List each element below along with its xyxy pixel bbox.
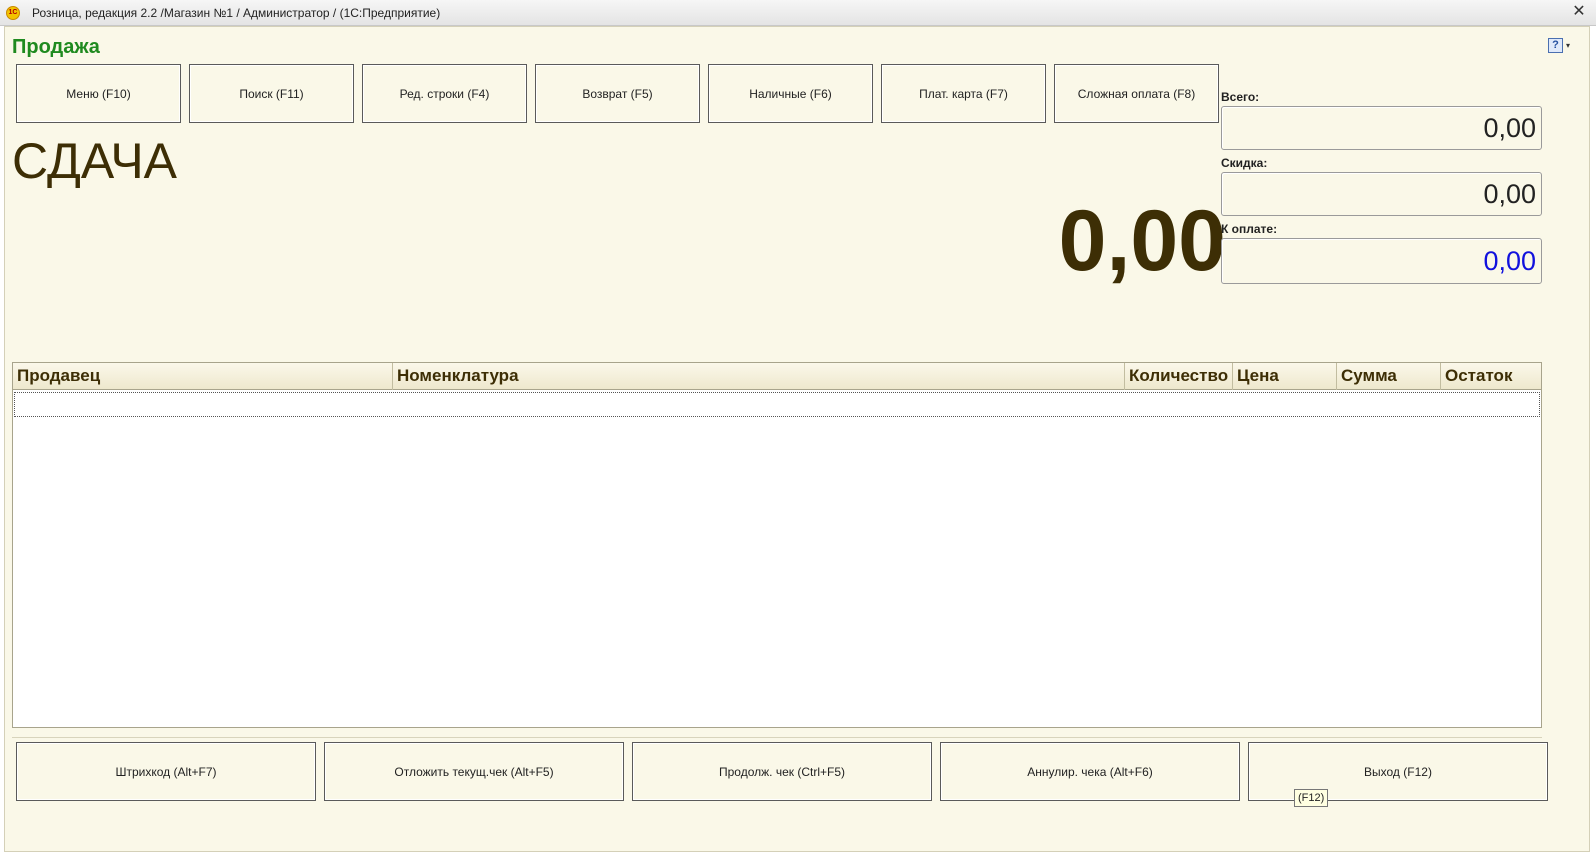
items-table[interactable]: Продавец Номенклатура Количество Цена Су… [12,362,1542,728]
column-header-quantity[interactable]: Количество [1125,363,1233,390]
window-titlebar: 1C Розница, редакция 2.2 /Магазин №1 / А… [0,0,1596,26]
change-label: СДАЧА [12,133,177,189]
table-row[interactable] [14,392,1540,417]
search-button[interactable]: Поиск (F11) [189,64,354,123]
continue-check-button[interactable]: Продолж. чек (Ctrl+F5) [632,742,932,801]
discount-label: Скидка: [1221,156,1268,170]
change-value: 0,00 [1058,193,1226,289]
shortcut-tooltip: (F12) [1294,789,1329,807]
discount-field[interactable]: 0,00 [1221,172,1542,216]
cancel-check-button[interactable]: Аннулир. чека (Alt+F6) [940,742,1240,801]
help-question-icon: ? [1548,38,1563,53]
card-payment-button[interactable]: Плат. карта (F7) [881,64,1046,123]
edit-line-button[interactable]: Ред. строки (F4) [362,64,527,123]
column-header-sum[interactable]: Сумма [1337,363,1441,390]
help-icon[interactable]: ? ▾ [1548,37,1574,55]
close-icon[interactable]: ✕ [1570,2,1588,22]
column-header-remainder[interactable]: Остаток [1441,363,1541,390]
postpone-check-button[interactable]: Отложить текущ.чек (Alt+F5) [324,742,624,801]
window-title: Розница, редакция 2.2 /Магазин №1 / Адми… [32,6,441,20]
divider [12,737,1542,738]
to-pay-field[interactable]: 0,00 [1221,238,1542,284]
complex-payment-button[interactable]: Сложная оплата (F8) [1054,64,1219,123]
menu-button[interactable]: Меню (F10) [16,64,181,123]
return-button[interactable]: Возврат (F5) [535,64,700,123]
to-pay-label: К оплате: [1221,222,1278,236]
total-label: Всего: [1221,90,1260,104]
form-title: Продажа [12,36,100,58]
chevron-down-icon: ▾ [1566,41,1571,50]
column-header-seller[interactable]: Продавец [13,363,393,390]
column-header-price[interactable]: Цена [1233,363,1337,390]
total-field[interactable]: 0,00 [1221,106,1542,150]
cash-button[interactable]: Наличные (F6) [708,64,873,123]
column-header-product[interactable]: Номенклатура [393,363,1125,390]
table-header: Продавец Номенклатура Количество Цена Су… [13,363,1541,390]
barcode-button[interactable]: Штрихкод (Alt+F7) [16,742,316,801]
app-logo-icon: 1C [6,6,20,20]
exit-button[interactable]: Выход (F12) [1248,742,1548,801]
